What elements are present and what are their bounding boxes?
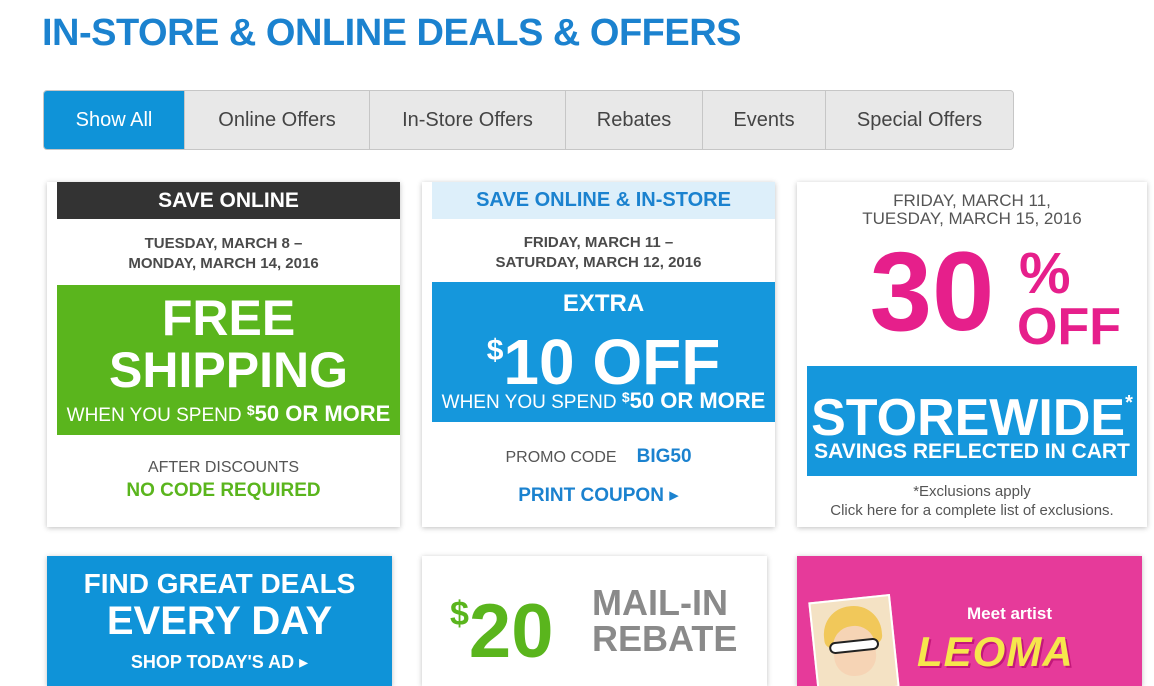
tab-online-offers[interactable]: Online Offers <box>185 91 370 149</box>
storewide-headline: STOREWIDE* <box>807 374 1137 447</box>
savings-in-cart-text: SAVINGS REFLECTED IN CART <box>814 440 1130 463</box>
free-headline: FREE <box>161 290 296 346</box>
offer-dates-line1: FRIDAY, MARCH 11, <box>893 191 1051 210</box>
extra-label: EXTRA <box>562 290 645 317</box>
no-code-required-text: NO CODE REQUIRED <box>126 480 321 501</box>
exclusions-link[interactable]: Click here for a complete list of exclus… <box>797 502 1147 519</box>
spend-amount: 50 OR MORE <box>629 388 766 413</box>
rebate-amount: $20 <box>450 574 553 672</box>
great-deals-card[interactable]: FIND GREAT DEALS EVERY DAY SHOP TODAY'S … <box>47 556 392 686</box>
promo-code-label: PROMO CODE <box>505 449 617 466</box>
rebate-dollar-sign: $ <box>450 595 469 633</box>
offer-dates-line2: SATURDAY, MARCH 12, 2016 <box>495 254 702 271</box>
rebate-number: 20 <box>468 589 554 674</box>
spend-prefix: WHEN YOU SPEND <box>441 392 622 413</box>
save-online-in-store-band: SAVE ONLINE & IN-STORE <box>432 182 775 219</box>
tab-events[interactable]: Events <box>703 91 826 149</box>
extra-ten-off-offer-card[interactable]: SAVE ONLINE & IN-STORE FRIDAY, MARCH 11 … <box>422 182 775 527</box>
dollar-sign: $ <box>486 334 504 367</box>
exclusions-apply-text: *Exclusions apply <box>913 483 1031 500</box>
mail-in-rebate-card[interactable]: $20 MAIL-IN REBATE <box>422 556 767 686</box>
offer-dates-line2: TUESDAY, MARCH 15, 2016 <box>862 209 1082 228</box>
free-shipping-offer-card[interactable]: SAVE ONLINE TUESDAY, MARCH 8 – MONDAY, M… <box>47 182 400 527</box>
save-online-band: SAVE ONLINE <box>57 182 400 219</box>
tab-special-offers[interactable]: Special Offers <box>826 91 1013 149</box>
print-coupon-link[interactable]: PRINT COUPON ▸ <box>422 484 775 507</box>
artist-photo <box>808 593 900 686</box>
spend-dollar-sign: $ <box>246 402 255 418</box>
after-discounts-text: AFTER DISCOUNTS <box>147 459 300 476</box>
offer-dates-line1: TUESDAY, MARCH 8 – <box>144 235 303 252</box>
page-title: IN-STORE & ONLINE DEALS & OFFERS <box>42 12 742 54</box>
asterisk: * <box>1125 392 1133 414</box>
storewide-word: STOREWIDE <box>811 389 1126 447</box>
percent-sign: % <box>1019 241 1071 306</box>
offer-dates-line1: FRIDAY, MARCH 11 – <box>523 234 674 251</box>
tab-show-all[interactable]: Show All <box>44 91 185 149</box>
promo-code-value: BIG50 <box>636 446 692 467</box>
meet-artist-text: Meet artist <box>967 604 1053 623</box>
tab-in-store-offers[interactable]: In-Store Offers <box>370 91 566 149</box>
rebate-label: REBATE <box>592 618 738 659</box>
spend-amount: 50 OR MORE <box>254 401 391 426</box>
shipping-headline: SHIPPING <box>109 342 348 398</box>
tab-rebates[interactable]: Rebates <box>566 91 703 149</box>
extra-off-banner: EXTRA $10 OFF WHEN YOU SPEND $50 OR MORE <box>432 282 775 422</box>
spend-condition: WHEN YOU SPEND $50 OR MORE <box>432 388 775 414</box>
offer-dates-line2: MONDAY, MARCH 14, 2016 <box>128 255 319 272</box>
ten-off-headline: $10 OFF <box>432 318 775 395</box>
artist-name-logo: LEOMA <box>917 628 1074 675</box>
promo-row: PROMO CODE BIG50 <box>422 446 775 468</box>
great-deals-line1: FIND GREAT DEALS <box>83 568 356 599</box>
offer-filter-tabs: Show All Online Offers In-Store Offers R… <box>43 90 1014 150</box>
spend-dollar-sign: $ <box>621 389 630 405</box>
great-deals-line2: EVERY DAY <box>106 599 333 643</box>
off-label: OFF <box>1017 298 1121 356</box>
meet-artist-card[interactable]: Meet artist LEOMA <box>797 556 1142 686</box>
free-shipping-banner: FREE SHIPPING WHEN YOU SPEND $50 OR MORE <box>57 285 400 435</box>
storewide-offer-card[interactable]: FRIDAY, MARCH 11, TUESDAY, MARCH 15, 201… <box>797 182 1147 527</box>
spend-condition: WHEN YOU SPEND $50 OR MORE <box>57 401 400 427</box>
spend-prefix: WHEN YOU SPEND <box>66 405 247 426</box>
storewide-banner: STOREWIDE* SAVINGS REFLECTED IN CART <box>807 366 1137 476</box>
mail-in-label: MAIL-IN <box>592 582 728 623</box>
shop-todays-ad-link[interactable]: SHOP TODAY'S AD ▸ <box>47 652 392 673</box>
